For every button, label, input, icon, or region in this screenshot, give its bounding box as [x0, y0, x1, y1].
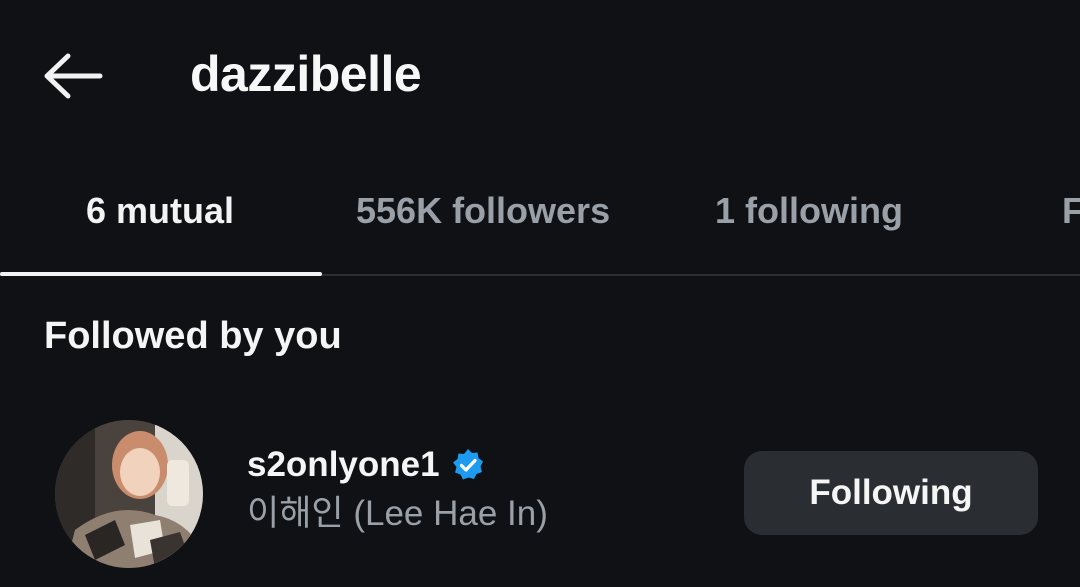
tab-followers[interactable]: 556K followers — [356, 150, 610, 272]
active-tab-indicator — [0, 272, 322, 276]
avatar[interactable] — [55, 420, 203, 568]
tab-following[interactable]: 1 following — [715, 150, 903, 272]
profile-connections-page: dazzibelle 6 mutual 556K followers 1 fol… — [0, 0, 1080, 587]
display-name: 이해인 (Lee Hae In) — [247, 494, 548, 533]
verified-badge-icon — [452, 449, 483, 480]
username-line: s2onlyone1 — [247, 442, 486, 488]
list-item[interactable]: s2onlyone1 이해인 (Lee Hae In) Following — [0, 410, 1080, 580]
arrow-left-icon — [44, 53, 103, 99]
connections-tabs: 6 mutual 556K followers 1 following F — [0, 150, 1080, 276]
back-button[interactable] — [40, 48, 106, 104]
avatar-image — [55, 420, 203, 568]
username[interactable]: s2onlyone1 — [247, 445, 440, 485]
following-button[interactable]: Following — [744, 451, 1038, 535]
header: dazzibelle — [0, 0, 1080, 150]
page-title: dazzibelle — [190, 46, 422, 102]
tab-partial[interactable]: F — [1062, 150, 1080, 272]
section-title: Followed by you — [44, 315, 342, 357]
tab-mutual[interactable]: 6 mutual — [86, 150, 234, 272]
